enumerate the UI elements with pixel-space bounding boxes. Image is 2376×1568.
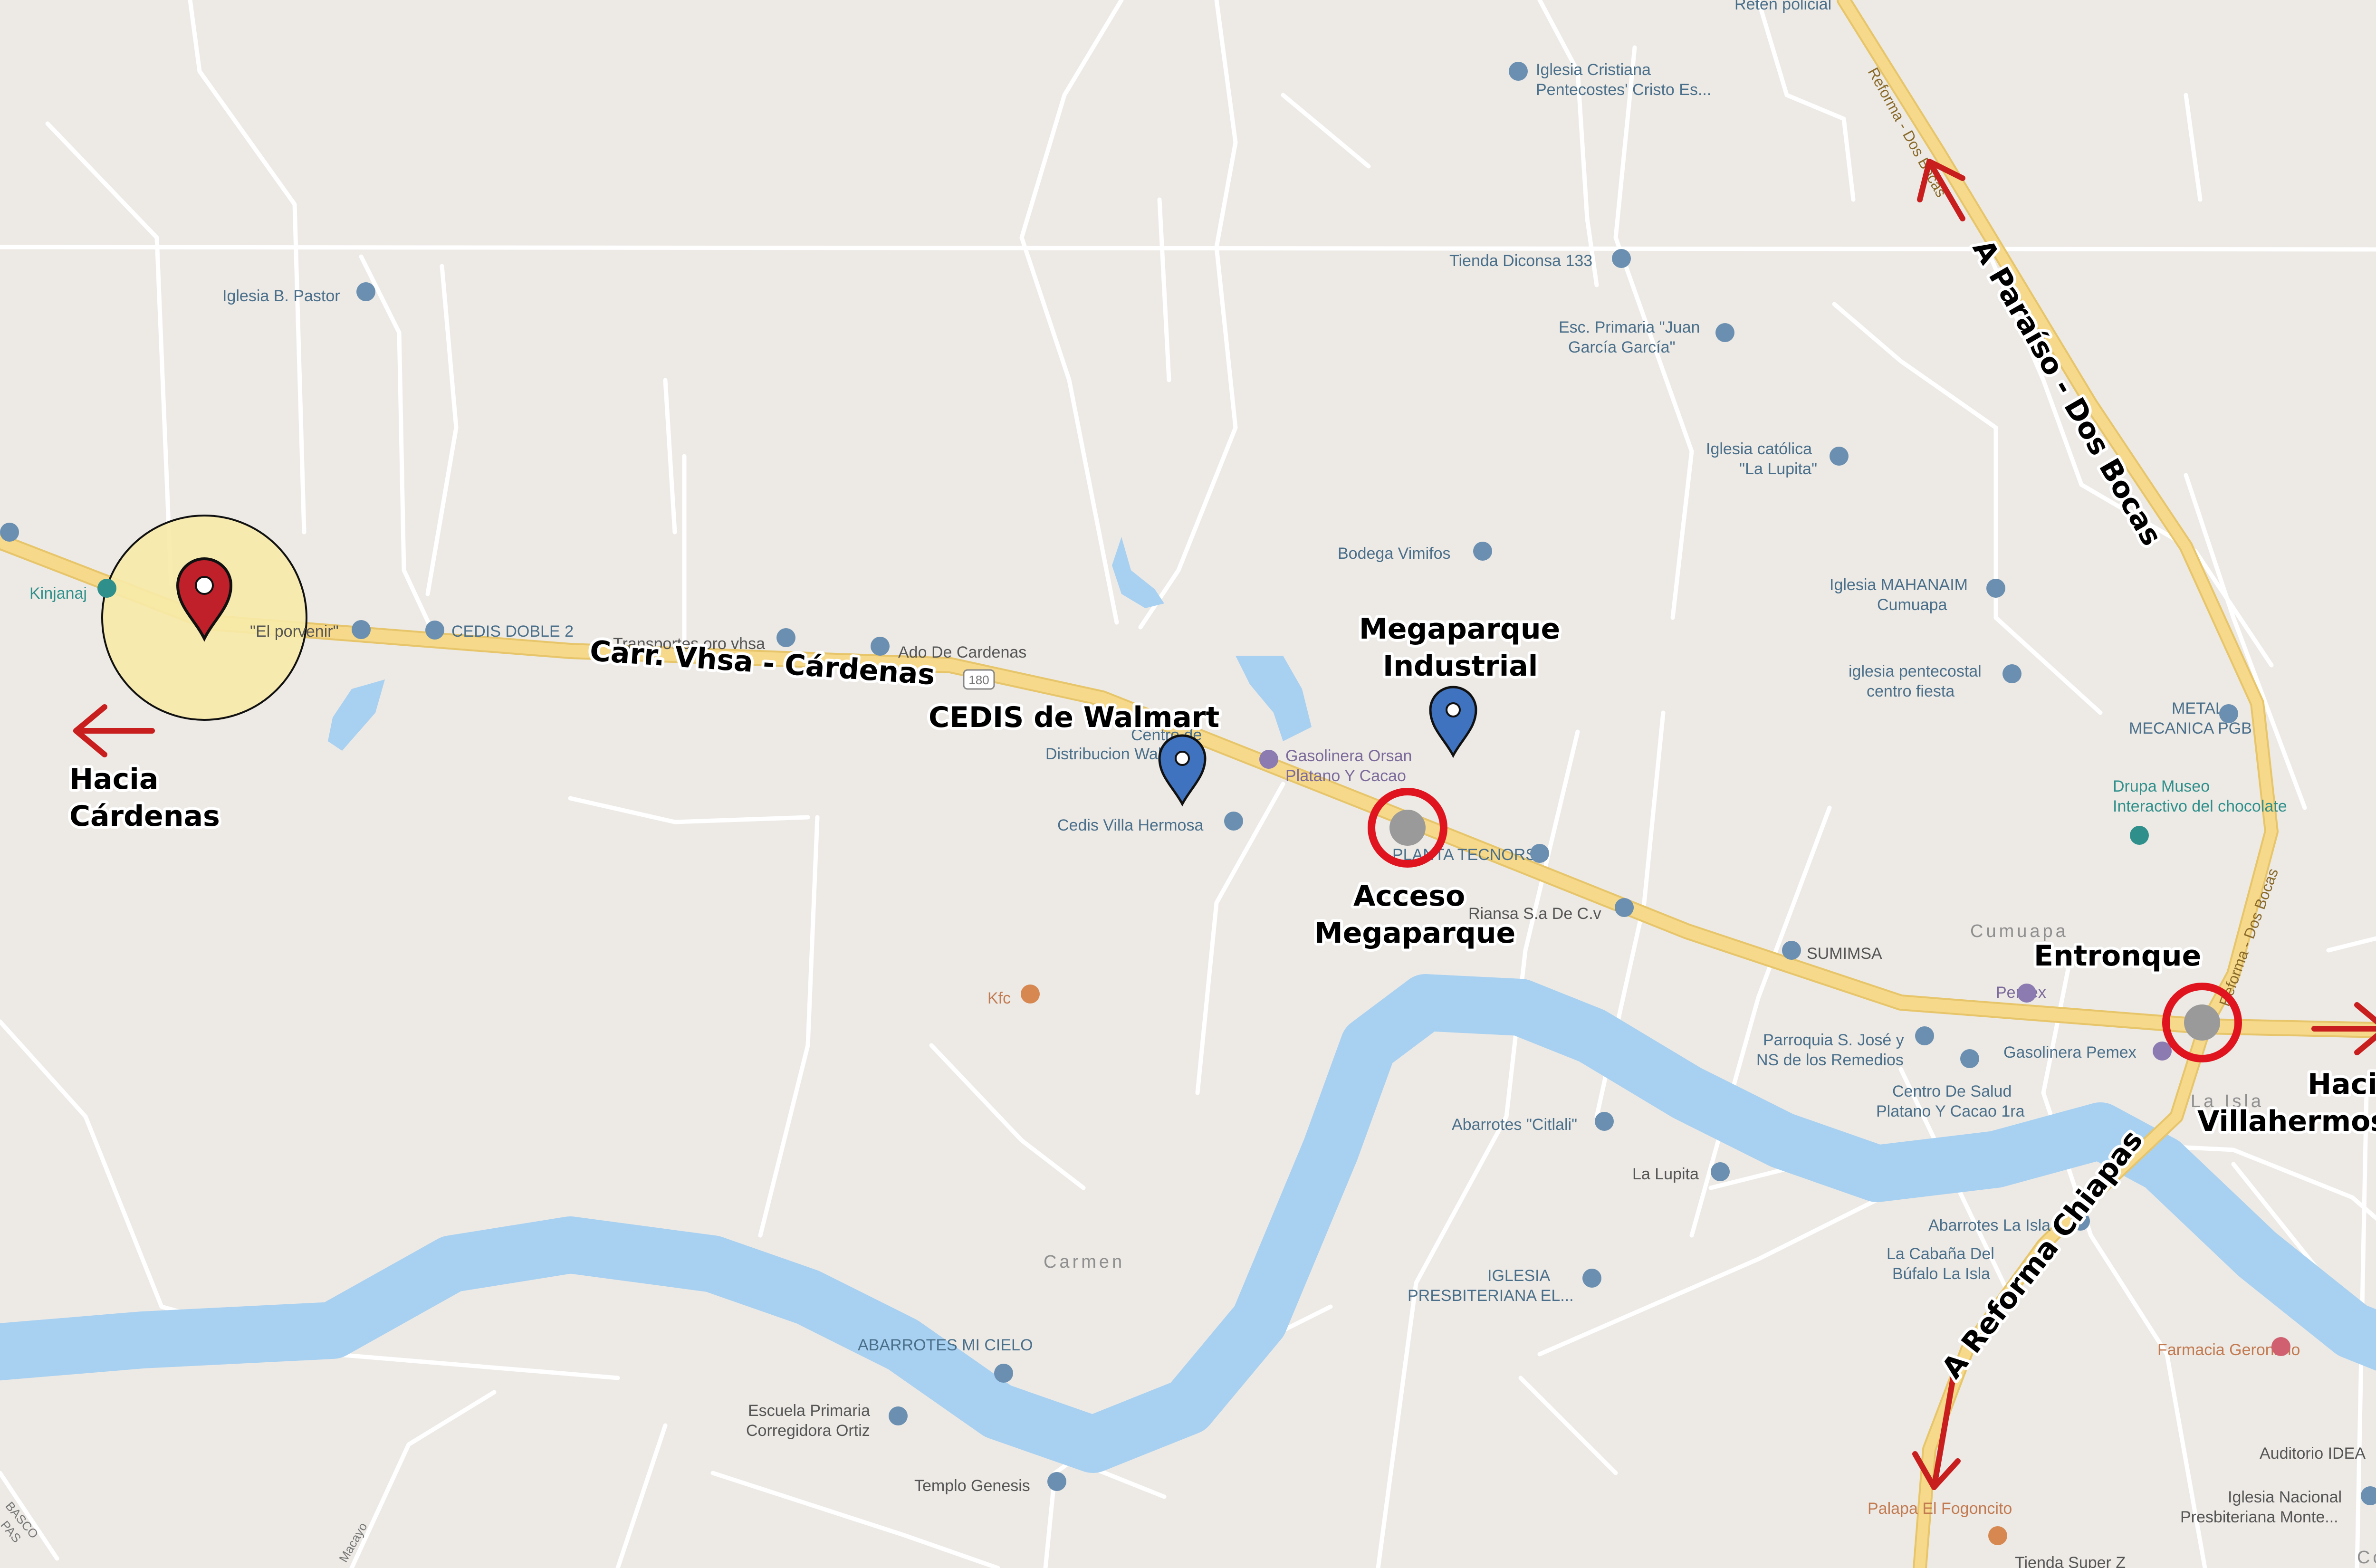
place-iglesia-mahanaim-1: Iglesia MAHANAIM xyxy=(1830,576,1968,594)
label-megaparque-1: Megaparque xyxy=(1359,612,1560,646)
place-iglesia-pentecostal-1: iglesia pentecostal xyxy=(1849,662,1982,680)
pin-place-icon xyxy=(1960,1049,1979,1068)
pin-pharmacy-icon xyxy=(2271,1337,2290,1356)
highway-shield: 180 xyxy=(963,669,995,690)
map-canvas[interactable]: 180 Reforma - Dos Bocas Reforma - Dos Bo… xyxy=(0,0,2376,1568)
pin-shop-icon xyxy=(1530,844,1549,863)
place-cabana-1: La Cabaña Del xyxy=(1887,1245,1994,1263)
place-iglesia-presb-2: PRESBITERIANA EL... xyxy=(1408,1287,1574,1305)
place-gasolinera-orsan-2: Platano Y Cacao xyxy=(1285,767,1406,785)
pin-shop-icon xyxy=(1612,249,1631,268)
place-cedis-doble: CEDIS DOBLE 2 xyxy=(451,622,574,641)
pin-place-icon xyxy=(0,523,19,542)
place-iglesia-catolica-2: "La Lupita" xyxy=(1739,460,1817,478)
pin-place-icon xyxy=(1782,941,1801,960)
place-esc-primaria-1: Esc. Primaria "Juan xyxy=(1559,318,1700,336)
pin-church-icon xyxy=(1047,1472,1066,1491)
place-kfc: Kfc xyxy=(987,989,1011,1007)
place-abarrotes-citlali: Abarrotes "Citlali" xyxy=(1452,1116,1577,1134)
pin-shop-icon xyxy=(1595,1112,1614,1131)
place-abarrotes-mi-cielo: ABARROTES MI CIELO xyxy=(858,1336,1033,1354)
place-iglesia-presb-1: IGLESIA xyxy=(1487,1267,1551,1285)
place-metal-2: MECANICA PGB xyxy=(2129,719,2252,737)
pin-church-icon xyxy=(1711,1162,1730,1181)
place-iglesia-nacional-1: Iglesia Nacional xyxy=(2228,1488,2342,1506)
pin-school-icon xyxy=(889,1406,908,1425)
pin-church-icon xyxy=(1986,579,2005,598)
place-palapa: Palapa El Fogoncito xyxy=(1868,1500,2012,1518)
pin-church-icon xyxy=(356,282,375,301)
pin-place-icon xyxy=(2219,704,2238,723)
label-megaparque-2: Industrial xyxy=(1383,650,1538,683)
place-iglesia-catolica-1: Iglesia católica xyxy=(1706,440,1812,458)
place-iglesia-mahanaim-2: Cumuapa xyxy=(1877,596,1947,614)
pin-park-icon xyxy=(97,579,116,598)
place-el-porvenir: "El porvenir" xyxy=(250,622,339,641)
place-sumimsa: SUMIMSA xyxy=(1807,945,1882,963)
pin-shop-icon xyxy=(425,621,444,640)
pin-place-icon xyxy=(776,628,795,647)
pin-place-icon xyxy=(1615,898,1634,917)
place-drupa-2: Interactivo del chocolate xyxy=(2113,797,2287,815)
place-cedis-villa: Cedis Villa Hermosa xyxy=(1057,816,1203,834)
label-hacia-cardenas-2: Cárdenas xyxy=(69,800,220,833)
pin-church-icon xyxy=(1582,1269,1601,1288)
pin-gas-icon xyxy=(1259,750,1278,769)
label-hacia-vhsa-1: Hacia xyxy=(2308,1068,2376,1101)
place-auditorio: Auditorio IDEA xyxy=(2260,1444,2366,1463)
place-gasolinera-pemex: Gasolinera Pemex xyxy=(2003,1043,2136,1061)
place-iglesia-cristiana-1: Iglesia Cristiana xyxy=(1536,61,1651,79)
pin-shop-icon xyxy=(1224,812,1243,831)
place-iglesia-pentecostal-2: centro fiesta xyxy=(1867,682,1954,700)
pin-shop-icon xyxy=(994,1364,1013,1383)
pin-place-icon xyxy=(871,637,890,656)
place-esc-primaria-2: García García" xyxy=(1568,338,1676,356)
place-kinjanaj: Kinjanaj xyxy=(29,584,87,602)
pin-church-icon xyxy=(1509,62,1528,81)
place-templo-genesis: Templo Genesis xyxy=(914,1477,1030,1495)
pin-church-icon xyxy=(352,620,371,639)
place-escuela-2: Corregidora Ortiz xyxy=(746,1422,870,1440)
area-cumuapa: Cumuapa xyxy=(1970,921,2069,941)
pin-church-icon xyxy=(1915,1026,1934,1045)
place-drupa-1: Drupa Museo xyxy=(2113,777,2210,795)
place-gasolinera-orsan-1: Gasolinera Orsan xyxy=(1285,747,1412,765)
label-acceso-1: Acceso xyxy=(1353,880,1465,913)
place-parroquia-2: NS de los Remedios xyxy=(1756,1051,1904,1069)
svg-text:180: 180 xyxy=(968,673,989,687)
area-corregidora: Corregi xyxy=(2357,1548,2376,1568)
label-hacia-cardenas-1: Hacia xyxy=(69,763,158,796)
label-cedis-walmart: CEDIS de Walmart xyxy=(929,701,1219,734)
pin-school-icon xyxy=(1715,323,1734,342)
pin-museum-icon xyxy=(2130,826,2149,845)
place-centro-salud-1: Centro De Salud xyxy=(1892,1082,2012,1100)
place-escuela-1: Escuela Primaria xyxy=(748,1402,870,1420)
pin-gas-icon xyxy=(2017,984,2036,1003)
place-iglesia-nacional-2: Presbiteriana Monte... xyxy=(2180,1508,2338,1526)
place-parroquia-1: Parroquia S. José y xyxy=(1763,1031,1904,1049)
place-bodega-vimifos: Bodega Vimifos xyxy=(1338,545,1451,563)
pin-restaurant-icon xyxy=(1988,1526,2007,1545)
place-metal-1: METAL xyxy=(2172,699,2224,717)
place-centro-salud-2: Platano Y Cacao 1ra xyxy=(1876,1102,2025,1120)
label-entronque: Entronque xyxy=(2034,939,2201,973)
place-iglesia-cristiana-2: Pentecostes' Cristo Es... xyxy=(1536,81,1711,99)
pin-church-icon xyxy=(2002,664,2022,683)
label-hacia-vhsa-2: Villahermosa xyxy=(2197,1105,2376,1138)
area-carmen: Carmen xyxy=(1044,1252,1125,1272)
label-acceso-2: Megaparque xyxy=(1314,917,1515,950)
place-cabana-2: Búfalo La Isla xyxy=(1892,1265,1990,1283)
place-la-lupita: La Lupita xyxy=(1632,1165,1699,1183)
place-tienda-diconsa: Tienda Diconsa 133 xyxy=(1449,252,1592,270)
place-iglesia-pastor: Iglesia B. Pastor xyxy=(222,287,340,305)
pin-church-icon xyxy=(1830,447,1849,466)
pin-shop-icon xyxy=(1473,542,1492,561)
place-abarrotes-la-isla: Abarrotes La Isla xyxy=(1928,1216,2050,1234)
place-reten: Reten policial xyxy=(1734,0,1831,13)
pin-restaurant-icon xyxy=(1021,985,1040,1004)
place-tienda-super: Tienda Super Z xyxy=(2015,1554,2126,1568)
